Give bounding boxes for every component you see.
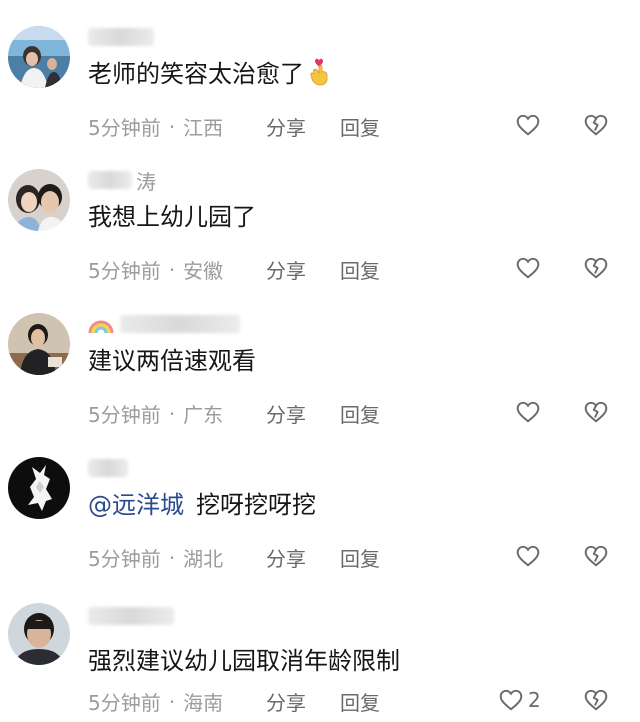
comment-item: 涛 我想上幼儿园了 5分钟前 · 安徽 分享 回复 (0, 143, 640, 286)
heart-icon (516, 401, 540, 423)
broken-heart-icon (584, 545, 608, 567)
share-button[interactable]: 分享 (266, 255, 306, 284)
dislike-button[interactable] (583, 112, 609, 138)
comment-text-content: 强烈建议幼儿园取消年龄限制 (88, 647, 400, 675)
meta-separator: · (168, 114, 176, 139)
hand-heart-emoji-icon (310, 58, 328, 85)
comment-text-content: 我想上幼儿园了 (88, 203, 256, 231)
comment-item: 建议两倍速观看 5分钟前 · 广东 分享 回复 (0, 287, 640, 430)
heart-icon (516, 257, 540, 279)
username-blurred (88, 459, 128, 477)
comment-text: @远洋城 挖呀挖呀挖 (88, 485, 316, 520)
meta-separator: · (168, 401, 176, 426)
comment-meta: 5分钟前 · 海南 分享 回复 (88, 687, 380, 716)
heart-icon (516, 545, 540, 567)
rainbow-icon (88, 320, 114, 334)
comment-list: 老师的笑容太治愈了 5分钟前 · 江西 分享 回复 涛 我想上幼儿园了 5分钟前… (0, 0, 640, 722)
comment-time: 5分钟前 (88, 116, 161, 140)
username[interactable] (88, 455, 128, 481)
heart-icon (499, 689, 523, 711)
comment-location: 江西 (183, 116, 224, 140)
comment-meta: 5分钟前 · 江西 分享 回复 (88, 112, 380, 141)
username-blurred (120, 315, 240, 333)
white-bird-black-avatar-icon (8, 457, 70, 519)
broken-heart-icon (584, 401, 608, 423)
comment-meta: 5分钟前 · 安徽 分享 回复 (88, 255, 380, 284)
share-button[interactable]: 分享 (266, 687, 306, 716)
username[interactable] (88, 24, 154, 50)
username[interactable] (88, 603, 174, 629)
comment-item: 老师的笑容太治愈了 5分钟前 · 江西 分享 回复 (0, 0, 640, 143)
meta-separator: · (168, 689, 176, 714)
avatar[interactable] (8, 169, 70, 231)
comment-meta: 5分钟前 · 广东 分享 回复 (88, 399, 380, 428)
comment-text: 我想上幼儿园了 (88, 197, 256, 232)
comment-location: 海南 (183, 691, 224, 715)
avatar[interactable] (8, 26, 70, 88)
broken-heart-icon (584, 114, 608, 136)
comment-text: 强烈建议幼儿园取消年龄限制 (88, 641, 400, 676)
comment-time: 5分钟前 (88, 403, 161, 427)
username-blurred (88, 171, 132, 189)
comment-text: 老师的笑容太治愈了 (88, 54, 332, 89)
man-portrait-avatar-icon (8, 603, 70, 665)
like-count: 2 (528, 688, 541, 712)
share-button[interactable]: 分享 (266, 112, 306, 141)
username-visible-part: 涛 (136, 169, 156, 194)
comment-text: 建议两倍速观看 (88, 341, 256, 376)
comment-text-content: 建议两倍速观看 (88, 347, 256, 375)
reply-button[interactable]: 回复 (340, 687, 380, 716)
like-button[interactable] (515, 399, 545, 425)
comment-time: 5分钟前 (88, 547, 161, 571)
comment-item: @远洋城 挖呀挖呀挖 5分钟前 · 湖北 分享 回复 (0, 431, 640, 574)
meta-separator: · (168, 545, 176, 570)
person-at-desk-avatar-icon (8, 313, 70, 375)
like-button[interactable] (515, 543, 545, 569)
avatar[interactable] (8, 603, 70, 665)
comment-time: 5分钟前 (88, 691, 161, 715)
share-button[interactable]: 分享 (266, 543, 306, 572)
comment-text-content: 挖呀挖呀挖 (196, 491, 316, 519)
username[interactable]: 涛 (88, 167, 156, 194)
comment-meta: 5分钟前 · 湖北 分享 回复 (88, 543, 380, 572)
reply-button[interactable]: 回复 (340, 543, 380, 572)
like-button[interactable]: 2 (498, 687, 541, 713)
username-blurred (88, 28, 154, 46)
comment-location: 安徽 (183, 259, 224, 283)
like-button[interactable] (515, 255, 545, 281)
avatar[interactable] (8, 457, 70, 519)
share-button[interactable]: 分享 (266, 399, 306, 428)
avatar[interactable] (8, 313, 70, 375)
username[interactable] (88, 311, 240, 337)
username-blurred (88, 607, 174, 625)
mention-link[interactable]: @远洋城 (88, 485, 184, 520)
heart-icon (516, 114, 540, 136)
person-by-sea-avatar-icon (8, 26, 70, 88)
meta-separator: · (168, 257, 176, 282)
like-button[interactable] (515, 112, 545, 138)
broken-heart-icon (584, 689, 608, 711)
comment-location: 湖北 (183, 547, 224, 571)
reply-button[interactable]: 回复 (340, 399, 380, 428)
comment-location: 广东 (183, 403, 224, 427)
two-people-selfie-avatar-icon (8, 169, 70, 231)
comment-item: 强烈建议幼儿园取消年龄限制 5分钟前 · 海南 分享 回复 2 (0, 575, 640, 718)
dislike-button[interactable] (583, 687, 609, 713)
reply-button[interactable]: 回复 (340, 112, 380, 141)
dislike-button[interactable] (583, 255, 609, 281)
broken-heart-icon (584, 257, 608, 279)
comment-time: 5分钟前 (88, 259, 161, 283)
dislike-button[interactable] (583, 399, 609, 425)
reply-button[interactable]: 回复 (340, 255, 380, 284)
comment-text-content: 老师的笑容太治愈了 (88, 60, 304, 88)
dislike-button[interactable] (583, 543, 609, 569)
